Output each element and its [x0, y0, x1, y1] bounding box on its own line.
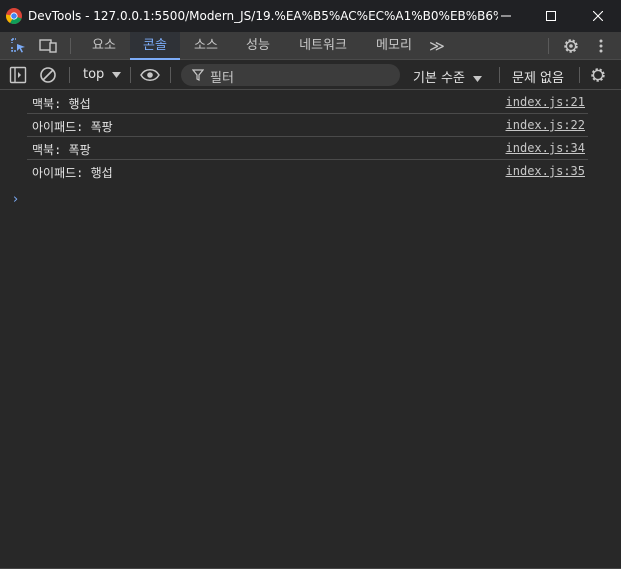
log-levels-label: 기본 수준: [413, 71, 465, 86]
gear-icon: [564, 39, 578, 53]
inspect-element-button[interactable]: [10, 37, 28, 55]
source-link[interactable]: index.js:22: [506, 118, 585, 132]
source-link[interactable]: index.js:34: [506, 141, 585, 155]
filter-input[interactable]: 필터: [181, 64, 400, 86]
tab-sources[interactable]: 소스: [184, 32, 228, 60]
window-title: DevTools - 127.0.0.1:5500/Modern_JS/19.%…: [28, 9, 498, 23]
dropdown-arrow-icon: [473, 76, 483, 82]
inspect-element-icon: [11, 38, 25, 53]
eye-icon: [140, 69, 160, 81]
message-text: 맥북: 폭팡: [32, 143, 91, 157]
tab-elements[interactable]: 요소: [82, 32, 126, 60]
filter-placeholder: 필터: [210, 71, 234, 86]
chevron-double-right-icon: ≫: [429, 37, 445, 55]
filter-icon: [192, 69, 204, 81]
live-expression-button[interactable]: [140, 66, 160, 84]
gear-icon: [591, 68, 605, 82]
maximize-button[interactable]: [528, 0, 574, 32]
context-selector[interactable]: top: [83, 67, 122, 82]
close-icon: [593, 11, 603, 21]
divider: [548, 38, 549, 54]
divider: [130, 67, 131, 83]
context-label: top: [83, 67, 105, 82]
sidebar-toggle-icon: [9, 66, 27, 84]
divider: [70, 38, 71, 54]
divider: [69, 67, 70, 83]
clear-console-button[interactable]: [39, 66, 57, 84]
tab-memory[interactable]: 메모리: [368, 32, 420, 60]
tab-console[interactable]: 콘솔: [130, 32, 180, 60]
message-text: 맥북: 행섭: [32, 97, 91, 111]
title-bar: DevTools - 127.0.0.1:5500/Modern_JS/19.%…: [0, 0, 621, 32]
minimize-icon: [501, 15, 511, 17]
device-toggle-icon: [39, 39, 57, 53]
vertical-dots-icon: [599, 39, 603, 53]
source-link[interactable]: index.js:21: [506, 95, 585, 109]
console-message: 맥북: 행섭 index.js:21: [27, 91, 588, 114]
divider: [579, 67, 580, 83]
source-link[interactable]: index.js:35: [506, 164, 585, 178]
log-levels-dropdown[interactable]: 기본 수준: [413, 67, 483, 86]
dropdown-arrow-icon: [112, 72, 122, 78]
console-settings-button[interactable]: [589, 66, 607, 84]
close-button[interactable]: [575, 0, 621, 32]
minimize-button[interactable]: [483, 0, 529, 32]
devtools-tab-bar: 요소 콘솔 소스 성능 네트워크 메모리 ≫: [0, 32, 621, 60]
clear-icon: [40, 67, 56, 83]
console-message: 아이패드: 행섭 index.js:35: [27, 160, 588, 183]
tab-performance[interactable]: 성능: [236, 32, 280, 60]
console-toolbar: top 필터 기본 수준 문제 없음: [0, 60, 621, 90]
settings-button[interactable]: [562, 37, 580, 55]
message-text: 아이패드: 폭팡: [32, 120, 113, 134]
divider: [499, 67, 500, 83]
issues-button[interactable]: 문제 없음: [512, 67, 564, 86]
message-text: 아이패드: 행섭: [32, 166, 113, 180]
console-message: 아이패드: 폭팡 index.js:22: [27, 114, 588, 137]
maximize-icon: [546, 11, 556, 21]
tab-network[interactable]: 네트워크: [290, 32, 356, 60]
console-prompt[interactable]: ›: [13, 192, 18, 207]
more-options-button[interactable]: [592, 37, 610, 55]
more-tabs-button[interactable]: ≫: [424, 32, 450, 60]
console-message: 맥북: 폭팡 index.js:34: [27, 137, 588, 160]
device-toolbar-button[interactable]: [39, 37, 57, 55]
prompt-chevron-icon: ›: [13, 192, 19, 207]
chrome-logo-icon: [6, 8, 22, 24]
console-output: 맥북: 행섭 index.js:21 아이패드: 폭팡 index.js:22 …: [0, 91, 621, 207]
show-sidebar-button[interactable]: [9, 66, 27, 84]
divider: [170, 67, 171, 83]
